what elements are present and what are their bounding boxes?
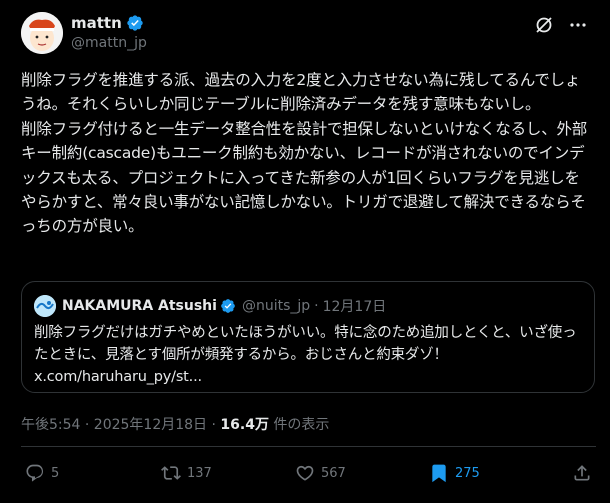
quoted-handle: @nuits_jp: [241, 298, 311, 314]
retweet-icon: [161, 466, 181, 480]
bookmark-count: 275: [455, 465, 480, 481]
quoted-avatar: [34, 295, 56, 317]
quoted-verified-badge-icon: [221, 299, 235, 313]
retweet-button[interactable]: 137: [161, 458, 212, 488]
quoted-tweet-text: 削除フラグだけはガチやめといたほうがいい。特に念のため追加しとくと、いざ使ったと…: [34, 325, 577, 385]
verified-badge-icon: [127, 15, 143, 31]
tweet-header: mattn @mattn_jp: [21, 9, 596, 57]
author-display-name[interactable]: mattn: [71, 14, 122, 32]
reply-button[interactable]: 5: [25, 458, 59, 488]
quoted-tweet-header: NAKAMURA Atsushi @nuits_jp · 12月17日: [34, 295, 386, 317]
like-button[interactable]: 567: [295, 458, 346, 488]
reply-icon: [26, 464, 44, 482]
action-bar: 5 137 567 275: [21, 458, 596, 488]
tweet-text: 削除フラグを推進する派、過去の入力を2度と入力させない為に残してるんでしょうね。…: [21, 71, 588, 236]
grok-icon[interactable]: [534, 15, 554, 35]
share-button[interactable]: [572, 458, 592, 488]
avatar[interactable]: [21, 12, 63, 54]
tweet-timestamp[interactable]: 午後5:54 · 2025年12月18日 ·: [21, 417, 220, 433]
quoted-separator: ·: [314, 298, 319, 314]
tweet-meta: 午後5:54 · 2025年12月18日 · 16.4万 件の表示: [21, 414, 329, 434]
quoted-tweet[interactable]: NAKAMURA Atsushi @nuits_jp · 12月17日 削除フラ…: [21, 281, 595, 393]
quoted-date: 12月17日: [322, 299, 387, 315]
share-icon: [574, 465, 590, 481]
like-count: 567: [321, 465, 346, 481]
author-names: mattn @mattn_jp: [71, 13, 147, 51]
view-label: 件の表示: [268, 417, 330, 433]
tweet: mattn @mattn_jp 削除フラグを推進する派、過去の入力を2度と入力さ…: [0, 0, 610, 503]
bookmark-icon: [432, 464, 446, 483]
bookmark-button[interactable]: 275: [429, 458, 480, 488]
quoted-display-name: NAKAMURA Atsushi: [62, 298, 217, 314]
like-icon: [296, 465, 314, 481]
reply-count: 5: [51, 465, 60, 481]
more-icon[interactable]: [568, 15, 588, 35]
retweet-count: 137: [187, 465, 212, 481]
divider: [21, 446, 596, 447]
author-handle[interactable]: @mattn_jp: [71, 35, 147, 51]
view-count: 16.4万: [220, 417, 269, 433]
